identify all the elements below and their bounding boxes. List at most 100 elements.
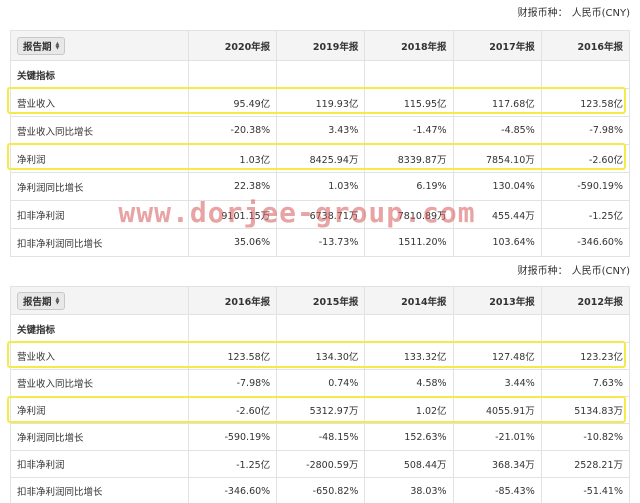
row-label: 扣非净利润 [10,200,189,229]
cell-value: -1.25亿 [187,450,278,478]
cell-value: 508.44万 [364,450,454,478]
cell-value: -1.25亿 [540,200,631,229]
table-row: 净利润 1.03亿 8425.94万 8339.87万 7854.10万 -2.… [10,144,631,173]
period-select-button[interactable]: 报告期 ▲ ▼ [17,291,66,310]
cell-value: -590.19% [187,423,278,451]
cell-value: 6738.71万 [276,200,366,229]
cell-value: -20.38% [187,116,278,145]
cell-value: 134.30亿 [276,342,366,370]
currency-value: 人民币(CNY) [571,8,630,19]
section-label: 关键指标 [10,314,189,343]
cell-value: -346.60% [540,228,631,257]
table-row: 营业收入同比增长 -20.38% 3.43% -1.47% -4.85% -7.… [10,116,631,145]
table-row: 扣非净利润 -1.25亿 -2800.59万 508.44万 368.34万 2… [10,450,631,478]
cell-value: 38.03% [364,477,454,503]
year-header: 2019年报 [276,30,366,61]
row-label: 净利润同比增长 [10,423,189,451]
cell-value: 123.58亿 [187,342,278,370]
cell-value: -2.60亿 [187,396,278,424]
year-header: 2016年报 [187,286,278,315]
cell-value: 4055.91万 [452,396,542,424]
cell-value: 133.32亿 [364,342,454,370]
cell-value: 455.44万 [452,200,542,229]
row-label: 扣非净利润同比增长 [10,228,189,257]
cell-value: -48.15% [276,423,366,451]
cell-value: 9101.15万 [187,200,278,229]
financial-table-2: 报告期 ▲ ▼ 2016年报 2015年报 2014年报 2013年报 2012年… [10,286,631,503]
cell-value: 22.38% [187,172,278,201]
section-row: 关键指标 [10,314,631,343]
cell-value: -650.82% [276,477,366,503]
cell-value: 115.95亿 [364,88,454,117]
table-row: 扣非净利润同比增长 -346.60% -650.82% 38.03% -85.4… [10,477,631,503]
table-row: 营业收入 95.49亿 119.93亿 115.95亿 117.68亿 123.… [10,88,631,117]
section-row: 关键指标 [10,60,631,89]
table-row: 净利润同比增长 -590.19% -48.15% 152.63% -21.01%… [10,423,631,451]
year-header: 2018年报 [364,30,454,61]
row-label: 营业收入 [10,88,189,117]
row-label: 扣非净利润同比增长 [10,477,189,503]
cell-value: 35.06% [187,228,278,257]
year-header: 2013年报 [452,286,542,315]
period-select-button[interactable]: 报告期 ▲ ▼ [17,36,66,55]
cell-value: 130.04% [452,172,542,201]
year-header: 2015年报 [276,286,366,315]
row-label: 营业收入 [10,342,189,370]
cell-value: 368.34万 [452,450,542,478]
year-header: 2017年报 [452,30,542,61]
table-row: 扣非净利润同比增长 35.06% -13.73% 1511.20% 103.64… [10,228,631,257]
cell-value: -13.73% [276,228,366,257]
table-row: 扣非净利润 9101.15万 6738.71万 7810.89万 455.44万… [10,200,631,229]
currency-label: 财报币种： [517,266,568,277]
row-label: 营业收入同比增长 [10,116,189,145]
currency-label: 财报币种： [517,8,568,19]
period-cell: 报告期 ▲ ▼ [10,30,189,61]
row-label: 净利润 [10,396,189,424]
cell-value: 1.03亿 [187,144,278,173]
cell-value: 152.63% [364,423,454,451]
cell-value: 1.03% [276,172,366,201]
cell-value: -2800.59万 [276,450,366,478]
cell-value: 119.93亿 [276,88,366,117]
row-label: 净利润 [10,144,189,173]
table-header-row: 报告期 ▲ ▼ 2020年报 2019年报 2018年报 2017年报 2016年… [10,30,631,61]
row-label: 营业收入同比增长 [10,369,189,397]
cell-value: 1511.20% [364,228,454,257]
row-label: 净利润同比增长 [10,172,189,201]
cell-value: 3.44% [452,369,542,397]
cell-value: -7.98% [187,369,278,397]
table-row: 净利润同比增长 22.38% 1.03% 6.19% 130.04% -590.… [10,172,631,201]
table-row: 净利润 -2.60亿 5312.97万 1.02亿 4055.91万 5134.… [10,396,631,424]
cell-value: 0.74% [276,369,366,397]
cell-value: -7.98% [540,116,631,145]
cell-value: 5312.97万 [276,396,366,424]
cell-value: -346.60% [187,477,278,503]
year-header: 2016年报 [540,30,631,61]
cell-value: -1.47% [364,116,454,145]
table-row: 营业收入同比增长 -7.98% 0.74% 4.58% 3.44% 7.63% [10,369,631,397]
cell-value: 3.43% [276,116,366,145]
currency-info-1: 财报币种： 人民币(CNY) [514,4,630,19]
row-label: 扣非净利润 [10,450,189,478]
period-cell: 报告期 ▲ ▼ [10,286,189,315]
cell-value: -4.85% [452,116,542,145]
cell-value: 4.58% [364,369,454,397]
financial-table-1: 报告期 ▲ ▼ 2020年报 2019年报 2018年报 2017年报 2016年… [10,30,631,257]
cell-value: 103.64% [452,228,542,257]
cell-value: 6.19% [364,172,454,201]
cell-value: -10.82% [540,423,631,451]
table-row: 营业收入 123.58亿 134.30亿 133.32亿 127.48亿 123… [10,342,631,370]
cell-value: 7810.89万 [364,200,454,229]
cell-value: -21.01% [452,423,542,451]
currency-value: 人民币(CNY) [571,266,630,277]
sort-arrows-icon: ▲ ▼ [55,40,60,51]
cell-value: 7854.10万 [452,144,542,173]
cell-value: 7.63% [540,369,631,397]
cell-value: 123.58亿 [540,88,631,117]
cell-value: 8339.87万 [364,144,454,173]
cell-value: 95.49亿 [187,88,278,117]
sort-arrows-icon: ▲ ▼ [55,295,60,306]
cell-value: -590.19% [540,172,631,201]
cell-value: -51.41% [540,477,631,503]
cell-value: 127.48亿 [452,342,542,370]
